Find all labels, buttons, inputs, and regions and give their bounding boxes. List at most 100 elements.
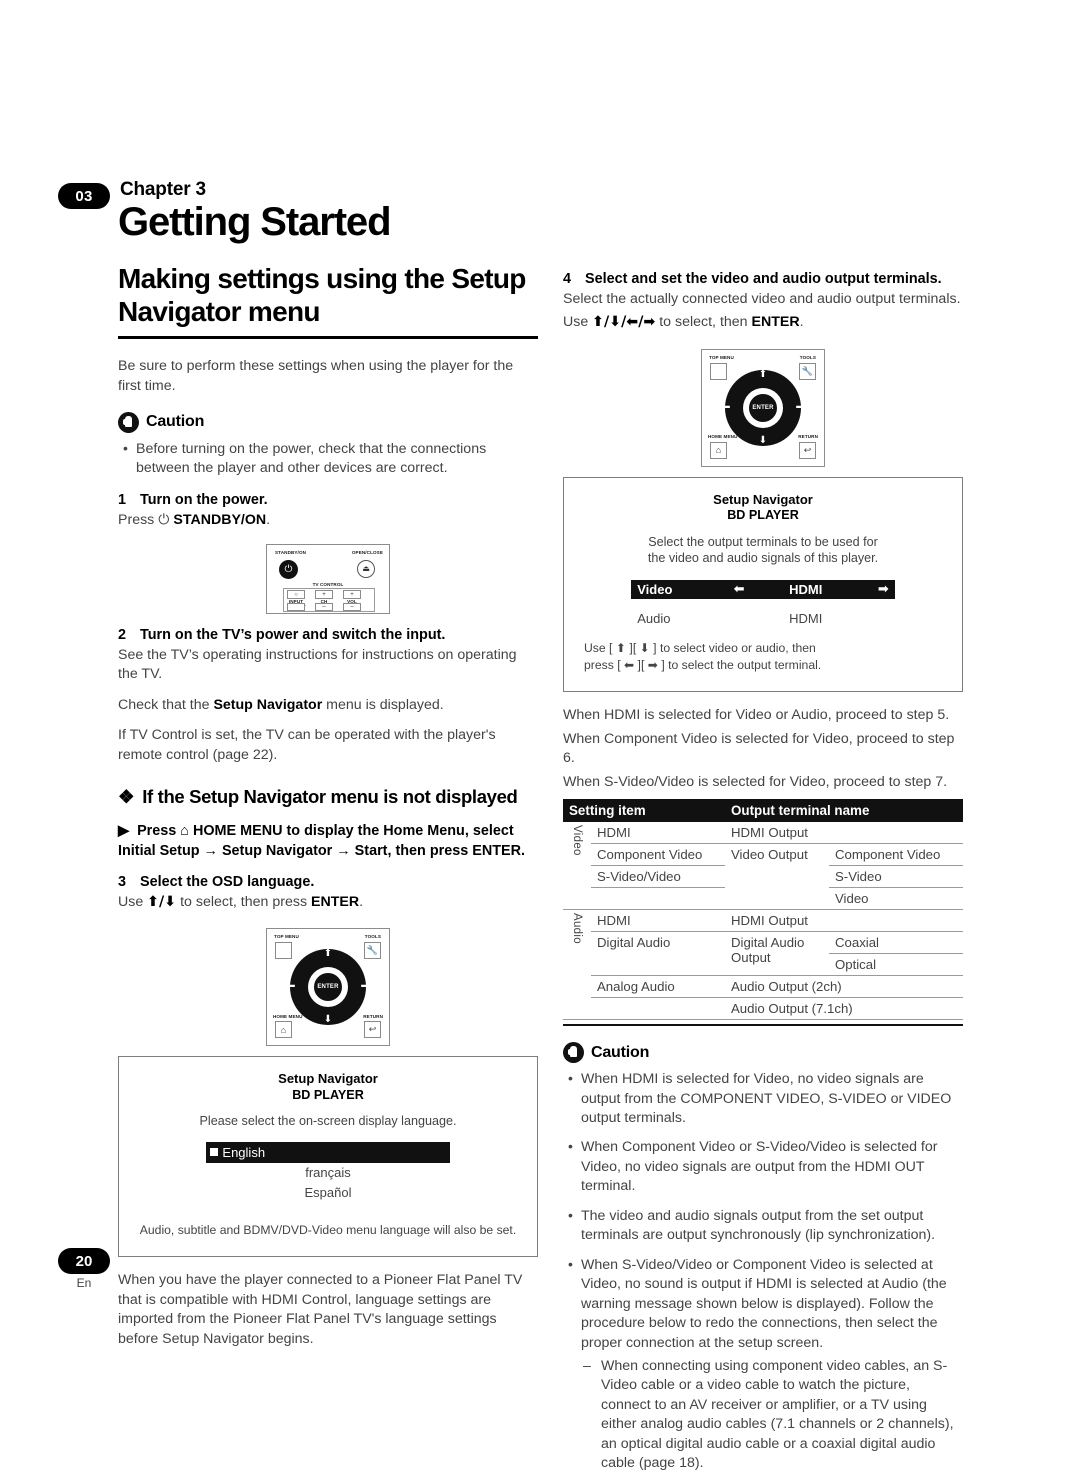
- return-label-diagram: RETURN: [798, 433, 818, 439]
- four-direction-arrows-icon: ⬆/⬇/⬅/➡: [592, 314, 656, 331]
- home-menu-key: ⌂: [710, 441, 727, 459]
- enter-button[interactable]: ENTER: [748, 392, 778, 423]
- step-4-number: 4: [563, 271, 572, 287]
- dpad-left-arrow-icon[interactable]: ⬅: [722, 402, 730, 413]
- dpad-left-arrow-icon[interactable]: ⬅: [287, 982, 295, 992]
- open-close-label-diagram: OPEN/CLOSE: [351, 550, 383, 556]
- osd-title: Setup Navigator: [278, 1071, 378, 1087]
- power-icon: ⏻: [158, 511, 170, 528]
- top-menu-label-diagram: TOP MENU: [274, 934, 299, 940]
- table-cell-terminal: Digital Audio Output: [725, 931, 829, 977]
- page-number-badge: 20: [58, 1248, 110, 1274]
- step-4-period: .: [799, 314, 804, 331]
- osd-option-francais[interactable]: français: [135, 1163, 521, 1183]
- dpad-right-arrow-icon[interactable]: ➡: [796, 402, 804, 413]
- osd-language-screen: Setup Navigator BD PLAYER Please select …: [118, 1056, 538, 1258]
- step-3-number: 3: [118, 874, 127, 891]
- ch-down-key: –: [315, 603, 333, 612]
- list-item-text: When S-Video/Video or Component Video is…: [581, 1256, 947, 1351]
- table-bottom-rule: [563, 1024, 963, 1027]
- select-text-right: to select, then: [655, 314, 752, 331]
- vol-down-key: –: [343, 603, 361, 612]
- chapter-number-badge: 03: [58, 183, 110, 209]
- step-4-body-1: Select the actually connected video and …: [563, 290, 961, 307]
- table-cell-terminal: HDMI Output: [725, 909, 963, 933]
- caution-list-left: Before turning on the power, check that …: [118, 439, 538, 479]
- table-header-setting-item: Setting item: [563, 799, 725, 823]
- table-cell-sub: Coaxial: [829, 931, 963, 955]
- osd-option-espanol[interactable]: Español: [135, 1183, 521, 1203]
- osd-row-video[interactable]: Video ⬅ HDMI ➡: [631, 580, 895, 600]
- dpad-right-arrow-icon[interactable]: ➡: [361, 982, 369, 992]
- tools-label-diagram: TOOLS: [799, 354, 816, 360]
- step-3-period: .: [359, 894, 364, 911]
- osd-row-video-value: HDMI: [789, 582, 823, 598]
- table-cell-sub: Component Video: [829, 843, 963, 867]
- standby-on-button: ⏻: [279, 560, 298, 580]
- table-row: Analog Audio Audio Output (2ch): [563, 975, 963, 999]
- remote-top-panel-diagram: STANDBY/ON ⏻ OPEN/CLOSE ⏏ TV CONTROL ○ I…: [266, 544, 390, 615]
- section-divider: [118, 336, 538, 340]
- osd-row-audio-label: Audio: [637, 611, 671, 627]
- osd-row-audio[interactable]: Audio HDMI: [631, 609, 895, 628]
- table-row: Digital Audio Digital Audio Output Coaxi…: [563, 931, 963, 977]
- home-menu-label-diagram: HOME MENU: [273, 1013, 303, 1019]
- top-menu-label-diagram: TOP MENU: [709, 354, 734, 360]
- caution-heading-right: Caution: [563, 1042, 963, 1064]
- dpad-up-arrow-icon[interactable]: ⬆: [759, 369, 767, 380]
- home-menu-key: ⌂: [275, 1021, 292, 1039]
- ch-up-key: +: [315, 590, 333, 600]
- step-2-body-3: If TV Control is set, the TV can be oper…: [118, 727, 496, 763]
- table-cell-sub: Optical: [829, 953, 963, 977]
- step-2-body-1: See the TV’s operating instructions for …: [118, 646, 517, 683]
- table-row: Component Video Video Output Component V…: [563, 843, 963, 911]
- check-prefix: Check that the: [118, 696, 214, 713]
- dpad-down-arrow-icon[interactable]: ⬇: [759, 435, 767, 446]
- osd-prompt-line1: Select the output terminals to be used f…: [648, 534, 878, 549]
- enter-bold: ENTER: [311, 894, 360, 911]
- table-cell-setting: HDMI: [591, 909, 725, 933]
- table-row: Video HDMI HDMI Output: [563, 822, 963, 911]
- list-item: Before turning on the power, check that …: [118, 439, 538, 479]
- step-3-title: Select the OSD language.: [140, 874, 315, 891]
- osd-row-video-label: Video: [637, 582, 673, 598]
- standby-on-label-diagram: STANDBY/ON: [275, 550, 307, 556]
- table-cell-terminal: HDMI Output: [725, 822, 963, 845]
- chapter-label: Chapter 3: [120, 179, 206, 200]
- vol-up-key: +: [343, 590, 361, 600]
- list-item: When S-Video/Video or Component Video is…: [563, 1255, 963, 1474]
- table-header-output-terminal: Output terminal name: [725, 799, 963, 823]
- table-cell-setting: S-Video/Video: [591, 865, 725, 889]
- step-4-body-2: Use ⬆/⬇/⬅/➡ to select, then ENTER.: [563, 313, 963, 332]
- use-prefix: Use: [118, 894, 148, 911]
- step-3-heading: 3 Select the OSD language.: [118, 873, 538, 892]
- osd-option-english[interactable]: English: [206, 1141, 450, 1164]
- tools-label-diagram: TOOLS: [364, 934, 381, 940]
- dpad-up-arrow-icon[interactable]: ⬆: [324, 949, 332, 959]
- osd-row-audio-value: HDMI: [789, 611, 823, 627]
- table-cell-sub: Video: [829, 887, 963, 911]
- return-label-diagram: RETURN: [363, 1013, 383, 1019]
- eject-icon: ⏏: [362, 564, 370, 574]
- osd-prompt-line2: the video and audio signals of this play…: [647, 550, 879, 565]
- osd-right-arrow-icon[interactable]: ➡: [856, 582, 889, 597]
- table-row: Audio Output (7.1ch): [563, 997, 963, 1021]
- caution-label: Caution: [591, 1043, 650, 1061]
- osd-left-arrow-icon[interactable]: ⬅: [723, 582, 756, 597]
- osd-footer-note: Audio, subtitle and BDMV/DVD-Video menu …: [139, 1223, 517, 1238]
- step-4-heading: 4 Select and set the video and audio outp…: [563, 270, 963, 289]
- open-close-button: ⏏: [357, 560, 375, 579]
- setup-navigator-bold: Setup Navigator: [213, 696, 323, 713]
- caution-sub-list: When connecting using component video ca…: [581, 1357, 963, 1474]
- list-item: When connecting using component video ca…: [581, 1357, 963, 1474]
- subsection-heading: ❖ If the Setup Navigator menu is not disp…: [118, 785, 538, 808]
- table-cell-setting: [591, 997, 725, 1021]
- osd-language-options: English français Español: [135, 1141, 521, 1203]
- return-key: ↩: [799, 441, 816, 459]
- dpad-down-arrow-icon[interactable]: ⬇: [324, 1015, 332, 1025]
- proceed-note-2: When Component Video is selected for Vid…: [563, 730, 955, 767]
- enter-button[interactable]: ENTER: [313, 972, 343, 1003]
- step-2-number: 2: [118, 627, 127, 644]
- osd-subtitle: BD PLAYER: [292, 1087, 364, 1102]
- table-cell-setting: Digital Audio: [591, 931, 725, 977]
